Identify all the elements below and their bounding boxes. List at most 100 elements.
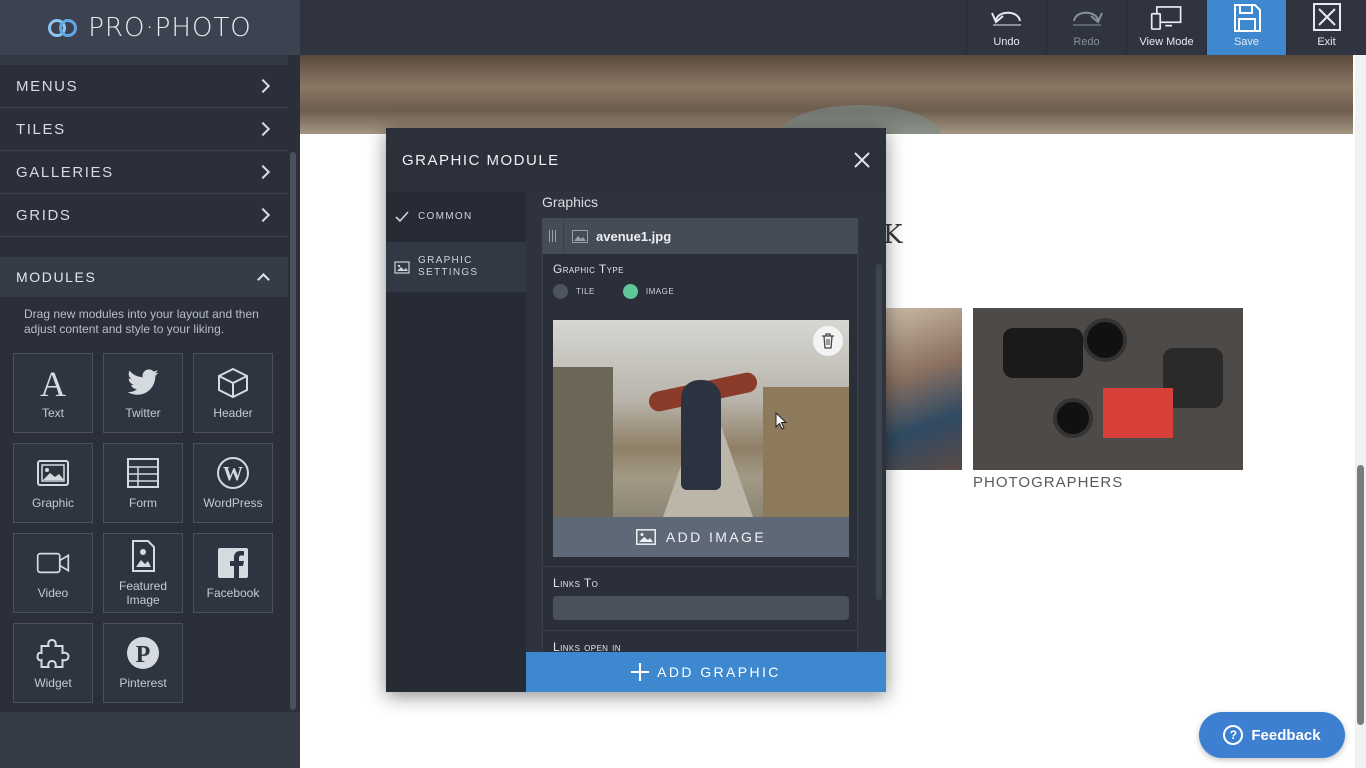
page-scrollbar[interactable] [1355,55,1366,768]
close-icon[interactable] [854,152,870,168]
radio-tile-label: TILE [576,287,595,296]
chevron-right-icon [255,78,271,94]
add-graphic-button[interactable]: ADD GRAPHIC [526,652,886,692]
radio-image[interactable] [622,284,638,299]
image-preview [553,320,849,517]
undo-icon [990,11,1021,26]
exit-button[interactable]: Exit [1286,0,1366,55]
module-text[interactable]: A Text [13,353,93,433]
puzzle-icon [36,638,70,668]
couple-photo [886,308,962,470]
chevron-right-icon [255,207,271,223]
undo-label: Undo [993,36,1020,48]
tab-label: GRAPHIC SETTINGS [418,255,479,278]
featured-image-icon [132,540,155,572]
file-name: avenue1.jpg [596,228,672,244]
modules-section-header[interactable]: MODULES [0,257,288,297]
pinterest-icon: P [127,637,159,669]
modules-description: Drag new modules into your layout and th… [24,307,259,336]
top-toolbar: Undo Redo View Mode Save Exit [300,0,1366,55]
tab-label: COMMON [418,211,473,222]
view-mode-label: View Mode [1139,36,1194,48]
tab-graphic-settings[interactable]: GRAPHIC SETTINGS [386,242,526,292]
person-shape [681,380,721,490]
module-video[interactable]: Video [13,533,93,613]
links-to-input[interactable] [553,596,849,620]
module-label: Form [129,496,157,510]
graphics-label: Graphics [542,194,599,210]
redo-button[interactable]: Redo [1046,0,1126,55]
radio-image-label: IMAGE [645,287,675,296]
dialog-tabs: COMMON GRAPHIC SETTINGS [386,192,526,692]
graphic-module-dialog: GRAPHIC MODULE COMMON GRAPHIC SETTINGS Gr… [386,128,886,692]
module-label: Twitter [125,406,161,420]
sidebar-item-label: GALLERIES [16,163,114,181]
feedback-button[interactable]: ? Feedback [1199,712,1345,758]
module-label: Pinterest [119,676,167,690]
module-twitter[interactable]: Twitter [103,353,183,433]
add-graphic-label: ADD GRAPHIC [657,664,781,680]
help-icon: ? [1223,725,1244,745]
graphic-type-radios: TILE IMAGE [553,284,674,299]
twitter-icon [127,369,159,395]
save-label: Save [1233,36,1260,48]
radio-tile[interactable] [553,284,568,299]
exit-label: Exit [1317,36,1336,48]
module-widget[interactable]: Widget [13,623,93,703]
video-icon [36,552,70,574]
divider [543,566,859,567]
trash-icon [822,333,834,349]
floppy-disk-icon [1233,4,1261,32]
save-button[interactable]: Save [1206,0,1286,55]
module-facebook[interactable]: Facebook [193,533,273,613]
view-mode-button[interactable]: View Mode [1126,0,1206,55]
image-icon [572,229,588,243]
logo-text: PRO·PHOTO [88,12,252,43]
exit-icon [1312,3,1341,31]
text-icon: A [40,366,66,400]
module-label: Widget [34,676,72,690]
logo[interactable]: PRO·PHOTO [0,0,300,55]
module-header[interactable]: Header [193,353,273,433]
drag-handle-icon[interactable] [542,218,564,254]
hero-image [300,55,1353,134]
add-image-button[interactable]: ADD IMAGE [553,517,849,557]
graphic-file-row[interactable]: avenue1.jpg [542,218,858,254]
plus-icon [631,663,650,681]
module-grid: A Text Twitter Header Graphic Form W Wor… [13,353,273,703]
sidebar-item-menus[interactable]: MENUS [0,65,288,108]
module-label: Graphic [31,496,75,510]
module-form[interactable]: Form [103,443,183,523]
links-to-label: Links To [553,576,599,590]
wordpress-icon: W [217,457,249,489]
sidebar-scrollbar[interactable] [290,152,296,710]
dialog-body: Graphics avenue1.jpg Graphic Type TILE I… [526,192,886,652]
nav-gap [0,237,300,257]
module-wordpress[interactable]: W WordPress [193,443,273,523]
links-open-in-label: Links open in [553,640,621,652]
delete-image-button[interactable] [813,326,843,356]
module-featured-image[interactable]: Featured Image [103,533,183,613]
tab-common[interactable]: COMMON [386,192,526,242]
tree-shape [553,367,613,517]
feedback-label: Feedback [1251,726,1321,744]
module-graphic[interactable]: Graphic [13,443,93,523]
sidebar-item-galleries[interactable]: GALLERIES [0,151,288,194]
sidebar-item-label: GRIDS [16,206,72,224]
sidebar-item-tiles[interactable]: TILES [0,108,288,151]
page-scrollbar-thumb[interactable] [1357,465,1364,725]
dialog-scrollbar[interactable] [876,264,882,600]
image-icon [37,460,69,486]
module-label: WordPress [203,496,263,510]
sidebar-footer [0,712,300,768]
lens-shape [1053,398,1093,438]
undo-button[interactable]: Undo [966,0,1046,55]
module-label: Header [213,406,253,420]
sidebar-item-grids[interactable]: GRIDS [0,194,288,237]
camera-shape [1003,328,1083,378]
red-box-shape [1103,388,1173,438]
module-pinterest[interactable]: P Pinterest [103,623,183,703]
svg-text:A: A [40,366,66,400]
image-icon [394,261,410,274]
cameras-photo [973,308,1243,470]
